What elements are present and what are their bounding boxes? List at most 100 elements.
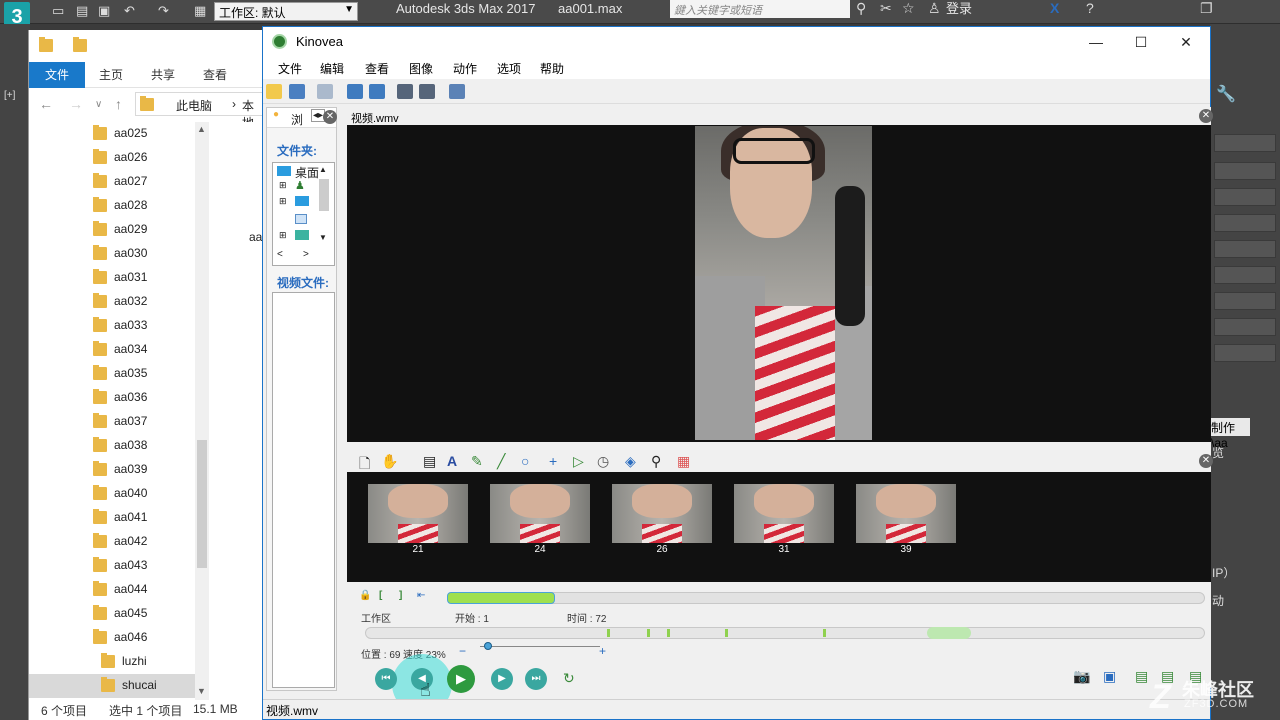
panel-row[interactable] <box>1214 344 1276 362</box>
dual-capture-icon[interactable] <box>419 84 435 99</box>
menu-motion[interactable]: 动作 <box>453 60 477 77</box>
scroll-up-icon[interactable]: ▲ <box>319 165 327 174</box>
wrench-icon[interactable]: 🔧 <box>1216 84 1236 104</box>
panel-row[interactable] <box>1214 162 1276 180</box>
lock-icon[interactable]: 🔒 <box>359 590 371 601</box>
list-item[interactable]: aa033 <box>29 314 209 338</box>
scroll-left-icon[interactable]: < <box>277 249 283 260</box>
list-item[interactable]: aa036 <box>29 386 209 410</box>
network-icon[interactable] <box>295 214 307 224</box>
list-item[interactable]: aa028 <box>29 194 209 218</box>
computer-icon[interactable] <box>295 196 309 206</box>
user-icon[interactable]: ♙ <box>928 0 941 17</box>
keyframe-thumbnail[interactable] <box>612 484 712 543</box>
list-item[interactable]: aa039 <box>29 458 209 482</box>
list-item[interactable]: aa046 <box>29 626 209 650</box>
video-viewport[interactable] <box>347 125 1211 442</box>
position-track[interactable] <box>365 627 1205 639</box>
tab-browser[interactable]: 浏 <box>291 111 303 128</box>
set-start-icon[interactable]: [ <box>379 590 382 601</box>
first-frame-button[interactable]: ⏮ <box>375 668 397 690</box>
menu-image[interactable]: 图像 <box>409 60 433 77</box>
list-item[interactable]: aa040 <box>29 482 209 506</box>
list-item[interactable]: aa031 <box>29 266 209 290</box>
close-icon[interactable]: ✕ <box>323 110 337 124</box>
binoculars-icon[interactable]: ⚲ <box>856 0 866 17</box>
panel-row[interactable] <box>1214 240 1276 258</box>
comment-icon[interactable]: ▤ <box>423 453 436 470</box>
position-cursor[interactable] <box>927 627 971 639</box>
list-item[interactable]: aa029 <box>29 218 209 242</box>
panel-row[interactable] <box>1214 318 1276 336</box>
help-icon[interactable]: ? <box>1086 0 1094 16</box>
close-keyframes-icon[interactable]: ✕ <box>1199 454 1213 468</box>
grid-icon[interactable]: ◈ <box>625 453 636 470</box>
control-panel-icon[interactable] <box>295 230 309 240</box>
scroll-right-icon[interactable]: > <box>303 249 309 260</box>
list-item[interactable]: aa030 <box>29 242 209 266</box>
play-button[interactable]: ▶ <box>447 665 475 693</box>
user-icon[interactable]: ♟ <box>295 179 305 192</box>
forward-arrow-icon[interactable]: → <box>69 96 83 112</box>
redo-icon[interactable]: ↷ <box>158 3 169 19</box>
workspace-dropdown[interactable]: 工作区: 默认 ▼ <box>214 2 358 21</box>
list-item[interactable]: luzhi <box>29 650 209 674</box>
panel-row[interactable] <box>1214 188 1276 206</box>
list-item[interactable]: aa027 <box>29 170 209 194</box>
tab-file[interactable]: 文件 <box>29 62 85 88</box>
dual-player-icon[interactable] <box>369 84 385 99</box>
single-player-icon[interactable] <box>347 84 363 99</box>
list-item[interactable]: aa034 <box>29 338 209 362</box>
circle-icon[interactable]: ○ <box>521 453 529 469</box>
list-item[interactable]: aa037 <box>29 410 209 434</box>
tools-icon[interactable]: ✂ <box>880 0 892 17</box>
folder-tree[interactable]: 桌面 ⊞ ♟ ⊞ ⊞ ▲ ▼ < > <box>272 162 335 266</box>
tab-share[interactable]: 共享 <box>143 62 183 88</box>
scrollbar[interactable]: ▲ ▼ <box>195 122 209 700</box>
list-item[interactable]: aa044 <box>29 578 209 602</box>
goto-start-icon[interactable]: ⇤ <box>417 590 425 601</box>
menu-help[interactable]: 帮助 <box>540 60 564 77</box>
login-button[interactable]: 登录 <box>946 0 972 17</box>
grid-view-icon[interactable] <box>317 84 333 99</box>
pencil-icon[interactable]: ✎ <box>471 453 483 470</box>
speed-minus-icon[interactable]: − <box>459 644 466 658</box>
list-item[interactable]: aa032 <box>29 290 209 314</box>
menu-view[interactable]: 查看 <box>365 60 389 77</box>
open-file-icon[interactable]: ▤ <box>76 3 88 19</box>
speed-slider-knob[interactable] <box>484 642 492 650</box>
last-frame-button[interactable]: ⏭ <box>525 668 547 690</box>
list-item[interactable]: aa038 <box>29 434 209 458</box>
options-icon[interactable] <box>449 84 465 99</box>
save-icon[interactable]: ▣ <box>98 3 110 19</box>
path-field[interactable]: 制作\aa <box>1210 418 1250 450</box>
angle-icon[interactable]: ▷ <box>573 453 584 470</box>
maximize-button[interactable]: ☐ <box>1118 29 1164 55</box>
panel-row[interactable] <box>1214 134 1276 152</box>
new-file-icon[interactable]: ▭ <box>52 3 64 19</box>
cross-icon[interactable]: + <box>549 453 557 469</box>
list-item[interactable]: aa026 <box>29 146 209 170</box>
panel-row[interactable] <box>1214 214 1276 232</box>
list-item[interactable]: aa035 <box>29 362 209 386</box>
close-button[interactable]: ✕ <box>1163 29 1209 55</box>
list-item[interactable]: aa025 <box>29 122 209 146</box>
video-frame[interactable] <box>695 126 872 440</box>
tab-home[interactable]: 主页 <box>91 62 131 88</box>
keyframe-thumbnail[interactable] <box>490 484 590 543</box>
back-arrow-icon[interactable]: ← <box>39 96 53 112</box>
next-frame-button[interactable]: ▶ <box>491 668 513 690</box>
scroll-down-icon[interactable]: ▼ <box>319 233 327 242</box>
project-icon[interactable]: ▦ <box>194 3 206 19</box>
list-item[interactable]: shucai <box>29 674 209 698</box>
speed-slider[interactable] <box>480 646 600 647</box>
save-video-icon[interactable]: ▤ <box>1135 668 1148 685</box>
exchange-icon[interactable]: X <box>1050 0 1059 16</box>
speed-plus-icon[interactable]: + <box>599 644 606 658</box>
scroll-up-icon[interactable]: ▲ <box>197 124 206 134</box>
file-label[interactable]: aa <box>249 230 262 244</box>
magnifier-icon[interactable]: ⚲ <box>651 453 661 470</box>
keyframe-thumbnail[interactable] <box>856 484 956 543</box>
video-file-list[interactable] <box>272 292 335 688</box>
scroll-thumb[interactable] <box>197 440 207 568</box>
